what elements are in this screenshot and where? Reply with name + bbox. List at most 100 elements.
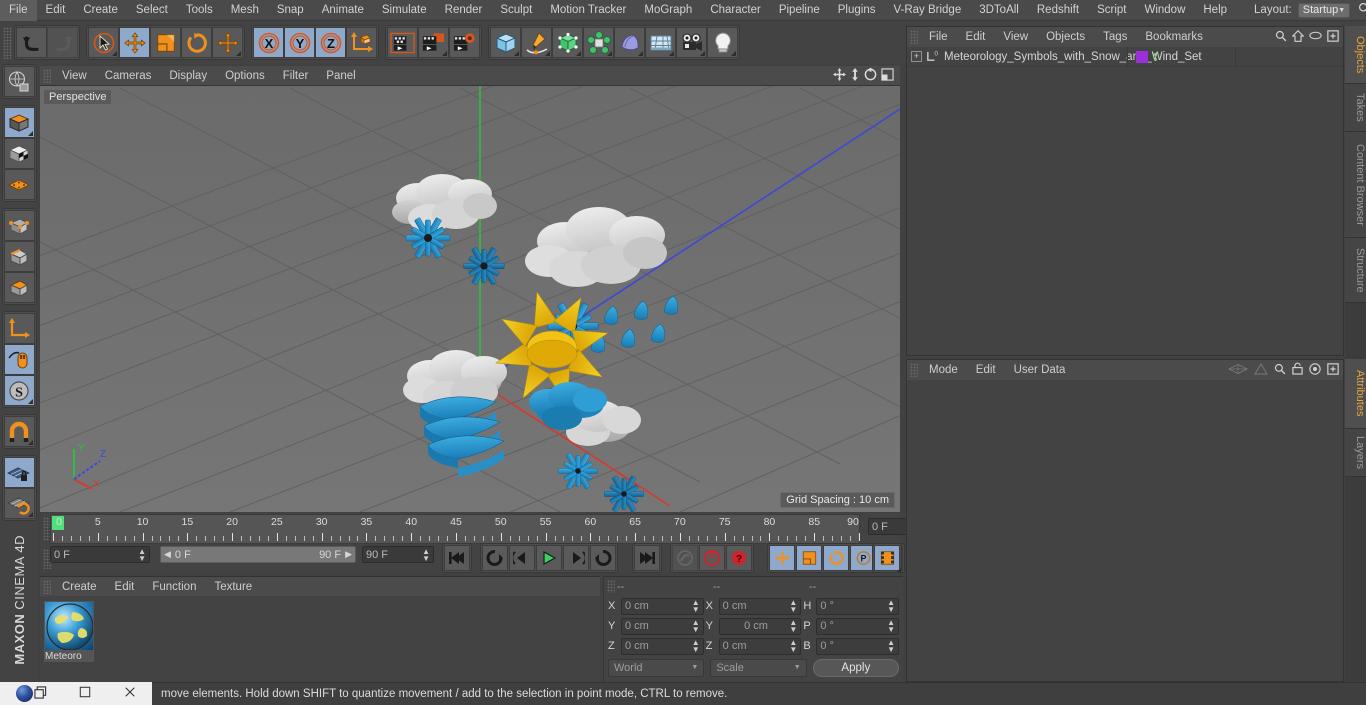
menu-item-mograph[interactable]: MoGraph [635, 0, 701, 21]
live-selection-button[interactable] [88, 27, 119, 58]
object-menu-view[interactable]: View [994, 31, 1037, 43]
coord-field-pos-y[interactable]: 0 cm ▲ ▼ [621, 617, 704, 635]
material-item[interactable]: Meteoro [44, 601, 94, 662]
pin-object-icon[interactable] [1254, 362, 1268, 378]
transform-mode-dropdown[interactable]: Scale ▼ [710, 658, 807, 677]
stepper-icon[interactable]: ▲▼ [422, 547, 430, 562]
object-menu-bookmarks[interactable]: Bookmarks [1136, 31, 1212, 43]
points-mode-icon[interactable] [3, 169, 35, 200]
visibility-dots-icon[interactable] [1154, 53, 1157, 61]
layout-dropdown[interactable]: Startup ▼ [1297, 2, 1351, 18]
menu-item-sculpt[interactable]: Sculpt [491, 0, 541, 21]
menu-item-pipeline[interactable]: Pipeline [770, 0, 829, 21]
menu-item-mesh[interactable]: Mesh [222, 0, 268, 21]
coord-field-size-y[interactable]: 0 cm ▲ ▼ [718, 617, 802, 635]
redo-button[interactable] [47, 27, 78, 58]
rotate-tool-button[interactable] [181, 27, 212, 58]
viewport-menu-cameras[interactable]: Cameras [96, 70, 161, 82]
key-rotation-button[interactable] [823, 545, 849, 571]
record-help-button[interactable]: ? [726, 545, 752, 571]
pan-icon[interactable] [833, 67, 846, 84]
step-back-button[interactable] [509, 545, 535, 571]
deformers-button[interactable] [583, 27, 614, 58]
generators-button[interactable] [552, 27, 583, 58]
viewport-menu-display[interactable]: Display [160, 70, 216, 82]
material-menu-edit[interactable]: Edit [106, 581, 144, 593]
render-view-button[interactable] [387, 27, 418, 58]
menu-item-edit[interactable]: Edit [37, 0, 75, 21]
perspective-viewport[interactable]: Perspective Grid Spacing : 10 cm Y X Z [40, 86, 900, 512]
object-menu-tags[interactable]: Tags [1094, 31, 1136, 43]
play-forward-loop-button[interactable] [590, 545, 616, 571]
magnet-icon[interactable] [3, 416, 35, 447]
stepper-icon[interactable]: ▲▼ [138, 547, 146, 562]
move-axis-button[interactable] [212, 27, 243, 58]
go-to-end-button[interactable] [634, 545, 660, 571]
light-button[interactable] [707, 27, 738, 58]
coord-field-size-z[interactable]: 0 cm ▲ ▼ [718, 637, 802, 655]
window-restore-icon[interactable] [34, 685, 47, 702]
render-region-button[interactable] [418, 27, 449, 58]
coord-field-size-x[interactable]: 0 cm ▲ ▼ [718, 597, 802, 615]
menu-item-animate[interactable]: Animate [313, 0, 373, 21]
maximize-viewport-icon[interactable] [881, 67, 894, 84]
menu-item-window[interactable]: Window [1135, 0, 1194, 21]
stepper-icon[interactable]: ▲▼ [692, 639, 700, 654]
workplane-lock-icon[interactable] [3, 457, 35, 488]
camera-button[interactable] [676, 27, 707, 58]
eye-icon[interactable] [1309, 30, 1322, 44]
rotate-view-icon[interactable] [864, 67, 877, 84]
stepper-icon[interactable]: ▲▼ [789, 619, 797, 634]
object-menu-edit[interactable]: Edit [957, 31, 995, 43]
coord-field-rot-b[interactable]: 0 ° ▲ ▼ [816, 637, 900, 655]
frame-range-slider[interactable]: ◀ 0 F 90 F ▶ [160, 546, 356, 563]
end-frame-field[interactable]: 90 F ▲ ▼ [362, 546, 434, 563]
add-layer-icon[interactable] [1327, 29, 1339, 45]
material-menu-create[interactable]: Create [53, 581, 106, 593]
record-active-objects-button[interactable] [699, 545, 725, 571]
coordinates-grip[interactable] [607, 580, 615, 593]
menu-item-render[interactable]: Render [436, 0, 492, 21]
viewport-menu-panel[interactable]: Panel [317, 70, 364, 82]
axis-x-button[interactable]: X [253, 27, 284, 58]
environment-button[interactable] [645, 27, 676, 58]
add-spline-button[interactable] [521, 27, 552, 58]
move-tool-button[interactable] [119, 27, 150, 58]
current-frame-field[interactable]: 0 F ▲ ▼ [50, 546, 150, 563]
scale-tool-button[interactable] [150, 27, 181, 58]
coord-field-pos-z[interactable]: 0 cm ▲ ▼ [621, 637, 704, 655]
coordinate-system-dropdown[interactable]: World ▼ [608, 658, 705, 677]
search-icon[interactable] [1274, 363, 1286, 378]
menu-item-file[interactable]: File [0, 0, 37, 21]
viewport-menu-view[interactable]: View [53, 70, 96, 82]
stepper-icon[interactable]: ▲▼ [692, 619, 700, 634]
menu-item-create[interactable]: Create [74, 0, 127, 21]
range-left-arrow-icon[interactable]: ◀ [164, 549, 171, 560]
timeline-ruler[interactable]: 0 5 10 15 20 25 30 35 40 45 50 55 60 65 70 75 80 85 90 [50, 514, 860, 544]
search-icon[interactable] [1275, 30, 1287, 45]
world-coordinate-button[interactable] [346, 27, 377, 58]
viewport-menu-options[interactable]: Options [216, 70, 274, 82]
menu-item-vray-bridge[interactable]: V-Ray Bridge [884, 0, 970, 21]
coord-field-pos-x[interactable]: 0 cm ▲ ▼ [621, 597, 704, 615]
search-icon[interactable] [1358, 2, 1366, 18]
make-editable-icon[interactable] [3, 66, 35, 97]
object-manager-grip[interactable] [910, 30, 918, 44]
menu-item-script[interactable]: Script [1088, 0, 1135, 21]
add-tab-icon[interactable] [1327, 362, 1339, 378]
stepper-icon[interactable]: ▲▼ [789, 639, 797, 654]
tab-attributes[interactable]: Attributes [1345, 359, 1366, 429]
home-icon[interactable] [1291, 29, 1305, 45]
object-tag-column[interactable] [1127, 47, 1235, 67]
dolly-icon[interactable] [850, 67, 860, 84]
axis-y-button[interactable]: Y [284, 27, 315, 58]
stepper-icon[interactable]: ▲▼ [887, 639, 895, 654]
coord-field-rot-h[interactable]: 0 ° ▲ ▼ [816, 597, 900, 615]
snap-settings-icon[interactable]: S [3, 375, 35, 406]
table-row[interactable]: + 0 Meteorology_Symbols_with_Snow_and_Wi… [907, 47, 1343, 67]
menu-item-redshift[interactable]: Redshift [1028, 0, 1088, 21]
model-mode-icon[interactable] [3, 107, 35, 138]
undo-button[interactable] [16, 27, 47, 58]
window-maximize-icon[interactable] [79, 686, 91, 701]
tab-content-browser[interactable]: Content Browser [1345, 132, 1366, 238]
